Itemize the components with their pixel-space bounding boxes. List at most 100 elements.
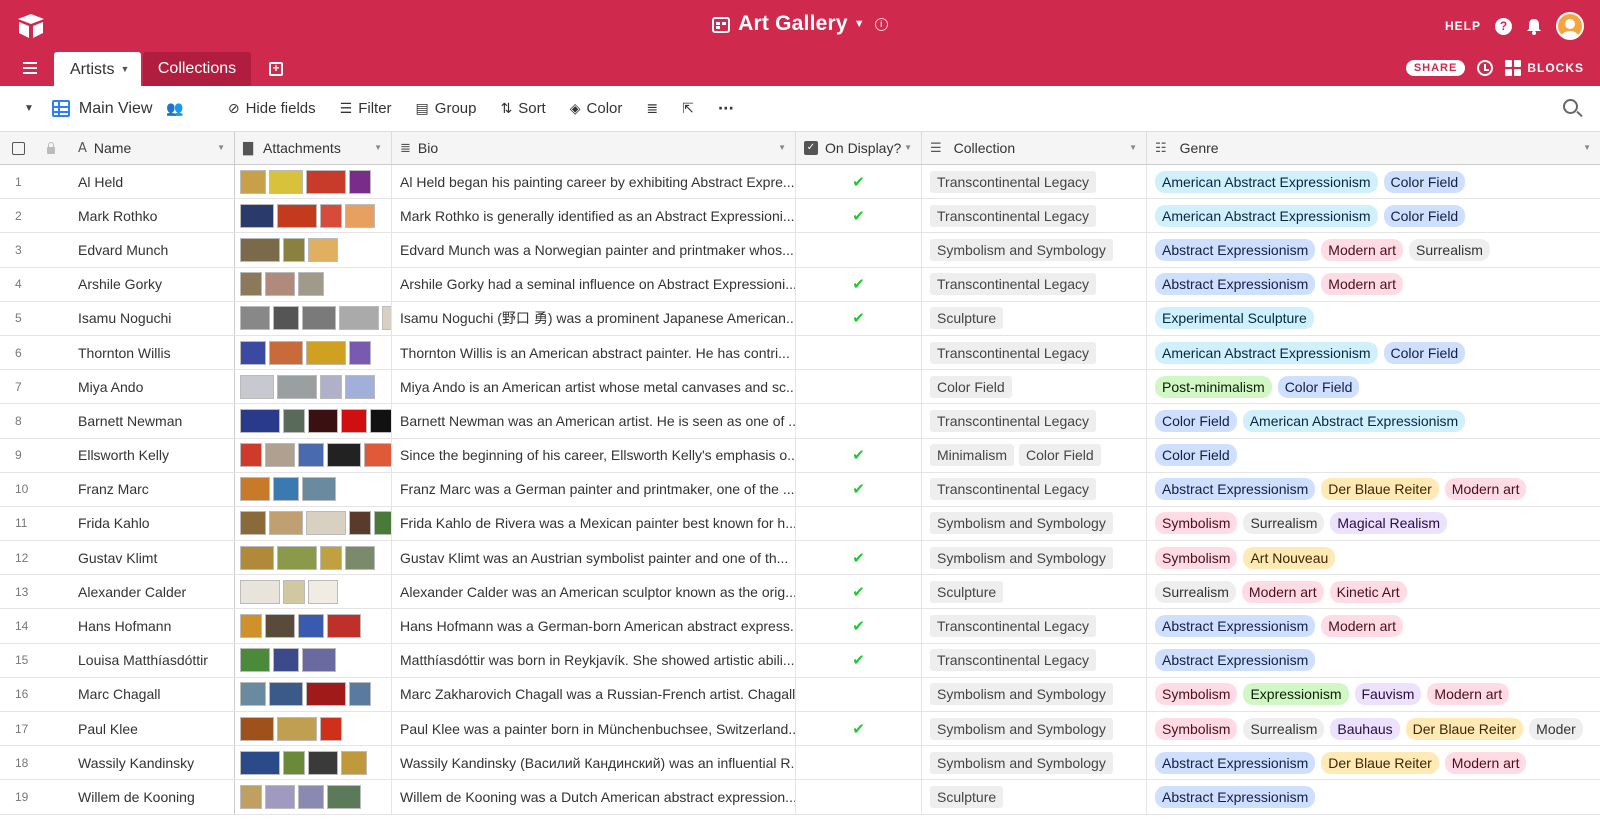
- cell-collection[interactable]: Sculpture: [922, 575, 1147, 609]
- cell-on-display[interactable]: ✔: [796, 267, 922, 301]
- attachment-thumbnail[interactable]: [269, 169, 303, 194]
- column-header-collection[interactable]: ☰ Collection ▼: [922, 132, 1147, 164]
- collection-link[interactable]: Transcontinental Legacy: [930, 478, 1097, 501]
- attachment-thumbnail[interactable]: [283, 237, 305, 262]
- cell-attachments[interactable]: [235, 643, 392, 677]
- attachment-thumbnail[interactable]: [320, 203, 342, 228]
- collection-link[interactable]: Symbolism and Symbology: [930, 751, 1113, 774]
- cell-genre[interactable]: Abstract Expressionism Modern art: [1147, 268, 1600, 301]
- attachment-thumbnail[interactable]: [320, 374, 342, 399]
- collection-link[interactable]: Symbolism and Symbology: [930, 512, 1113, 535]
- search-icon[interactable]: [1563, 99, 1578, 114]
- cell-collection[interactable]: Symbolism and Symbology: [922, 233, 1147, 267]
- bell-icon[interactable]: [1526, 18, 1542, 35]
- attachment-thumbnail[interactable]: [345, 374, 375, 399]
- cell-on-display[interactable]: ✔: [796, 199, 922, 233]
- cell-genre[interactable]: Post-minimalism Color Field: [1147, 370, 1600, 403]
- info-icon[interactable]: i: [874, 18, 888, 31]
- row-height-icon[interactable]: ≣: [646, 101, 658, 117]
- attachment-thumbnail[interactable]: [374, 511, 391, 536]
- attachment-thumbnail[interactable]: [283, 750, 305, 775]
- cell-name[interactable]: Frida Kahlo: [70, 506, 235, 541]
- attachment-thumbnail[interactable]: [349, 340, 371, 365]
- attachment-thumbnail[interactable]: [349, 511, 371, 536]
- cell-collection[interactable]: Symbolism and Symbology: [922, 541, 1147, 575]
- collection-link[interactable]: Symbolism and Symbology: [930, 546, 1113, 569]
- cell-collection[interactable]: Symbolism and Symbology: [922, 746, 1147, 780]
- cell-bio[interactable]: Hans Hofmann was a German-born American …: [392, 609, 796, 643]
- cell-name[interactable]: Arshile Gorky: [70, 267, 235, 301]
- attachment-thumbnail[interactable]: [298, 614, 324, 639]
- cell-collection[interactable]: Transcontinental Legacy: [922, 165, 1147, 199]
- cell-on-display[interactable]: ✔: [796, 609, 922, 643]
- attachment-thumbnail[interactable]: [240, 716, 274, 741]
- table-row[interactable]: 2 Mark Rothko Mark Rothko is generally ide…: [0, 199, 1600, 234]
- cell-bio[interactable]: Mark Rothko is generally identified as a…: [392, 199, 796, 233]
- attachment-thumbnail[interactable]: [240, 511, 266, 536]
- table-row[interactable]: 14 Hans Hofmann Hans Hofmann was a German-…: [0, 609, 1600, 644]
- cell-on-display[interactable]: ✔: [796, 472, 922, 506]
- hamburger-menu-icon[interactable]: [23, 62, 37, 77]
- cell-collection[interactable]: Transcontinental Legacy: [922, 609, 1147, 643]
- attachment-thumbnail[interactable]: [341, 408, 367, 433]
- cell-genre[interactable]: Abstract Expressionism Der Blaue Reiter Mo…: [1147, 746, 1600, 779]
- table-row[interactable]: 7 Miya Ando Miya Ando is an American artis…: [0, 370, 1600, 405]
- cell-genre[interactable]: Symbolism Expressionism Fauvism Modern art: [1147, 678, 1600, 711]
- cell-on-display[interactable]: [796, 780, 922, 814]
- help-icon[interactable]: ?: [1495, 17, 1512, 35]
- tab-collections[interactable]: Collections: [143, 52, 251, 86]
- cell-collection[interactable]: Symbolism and Symbology: [922, 712, 1147, 746]
- cell-collection[interactable]: Sculpture: [922, 301, 1147, 335]
- cell-bio[interactable]: Matthíasdóttir was born in Reykjavík. Sh…: [392, 643, 796, 677]
- collection-link[interactable]: Color Field: [1019, 444, 1101, 467]
- table-row[interactable]: 13 Alexander Calder Alexander Calder was a…: [0, 575, 1600, 610]
- table-row[interactable]: 19 Willem de Kooning Willem de Kooning was…: [0, 780, 1600, 815]
- color-button[interactable]: ◈ Color: [570, 100, 623, 117]
- attachment-thumbnail[interactable]: [308, 237, 338, 262]
- cell-bio[interactable]: Edvard Munch was a Norwegian painter and…: [392, 233, 796, 267]
- cell-name[interactable]: Al Held: [70, 165, 235, 199]
- cell-genre[interactable]: Abstract Expressionism: [1147, 780, 1600, 813]
- cell-genre[interactable]: Color Field: [1147, 439, 1600, 472]
- cell-on-display[interactable]: [796, 335, 922, 370]
- attachment-thumbnail[interactable]: [273, 306, 299, 331]
- cell-name[interactable]: Marc Chagall: [70, 677, 235, 711]
- attachment-thumbnail[interactable]: [240, 408, 280, 433]
- cell-genre[interactable]: American Abstract Expressionism Color Fie…: [1147, 336, 1600, 369]
- cell-attachments[interactable]: [235, 335, 392, 370]
- cell-bio[interactable]: Isamu Noguchi (野口 勇) was a prominent Jap…: [392, 301, 796, 335]
- cell-attachments[interactable]: [235, 712, 392, 746]
- table-row[interactable]: 3 Edvard Munch Edvard Munch was a Norwegia…: [0, 233, 1600, 268]
- collection-link[interactable]: Sculpture: [930, 785, 1004, 808]
- collection-link[interactable]: Sculpture: [930, 580, 1004, 603]
- attachment-thumbnail[interactable]: [327, 443, 361, 468]
- attachment-thumbnail[interactable]: [306, 169, 346, 194]
- attachment-thumbnail[interactable]: [240, 340, 266, 365]
- attachment-thumbnail[interactable]: [265, 272, 295, 297]
- cell-genre[interactable]: Symbolism Art Nouveau: [1147, 541, 1600, 574]
- attachment-thumbnail[interactable]: [277, 716, 317, 741]
- cell-genre[interactable]: American Abstract Expressionism Color Fie…: [1147, 199, 1600, 232]
- collection-link[interactable]: Transcontinental Legacy: [930, 341, 1097, 364]
- attachment-thumbnail[interactable]: [240, 272, 262, 297]
- attachment-thumbnail[interactable]: [364, 443, 391, 468]
- column-header-bio[interactable]: ≣ Bio ▼: [392, 132, 796, 164]
- cell-genre[interactable]: Abstract Expressionism Modern art: [1147, 609, 1600, 642]
- cell-attachments[interactable]: [235, 165, 392, 199]
- table-row[interactable]: 10 Franz Marc Franz Marc was a German pain…: [0, 472, 1600, 507]
- table-row[interactable]: 11 Frida Kahlo Frida Kahlo de Rivera was a…: [0, 506, 1600, 542]
- cell-bio[interactable]: Alexander Calder was an American sculpto…: [392, 575, 796, 609]
- attachment-thumbnail[interactable]: [273, 648, 299, 673]
- attachment-thumbnail[interactable]: [320, 716, 342, 741]
- cell-attachments[interactable]: [235, 472, 392, 506]
- collection-link[interactable]: Sculpture: [930, 307, 1004, 330]
- cell-name[interactable]: Gustav Klimt: [70, 541, 235, 575]
- cell-genre[interactable]: Abstract Expressionism Modern art Surreali…: [1147, 233, 1600, 266]
- cell-name[interactable]: Alexander Calder: [70, 575, 235, 609]
- blocks-button[interactable]: BLOCKS: [1505, 60, 1584, 76]
- collection-link[interactable]: Transcontinental Legacy: [930, 204, 1097, 227]
- attachment-thumbnail[interactable]: [382, 306, 391, 331]
- help-button[interactable]: HELP: [1445, 19, 1481, 33]
- cell-genre[interactable]: Surrealism Modern art Kinetic Art: [1147, 575, 1600, 608]
- cell-genre[interactable]: Color Field American Abstract Expressioni…: [1147, 404, 1600, 437]
